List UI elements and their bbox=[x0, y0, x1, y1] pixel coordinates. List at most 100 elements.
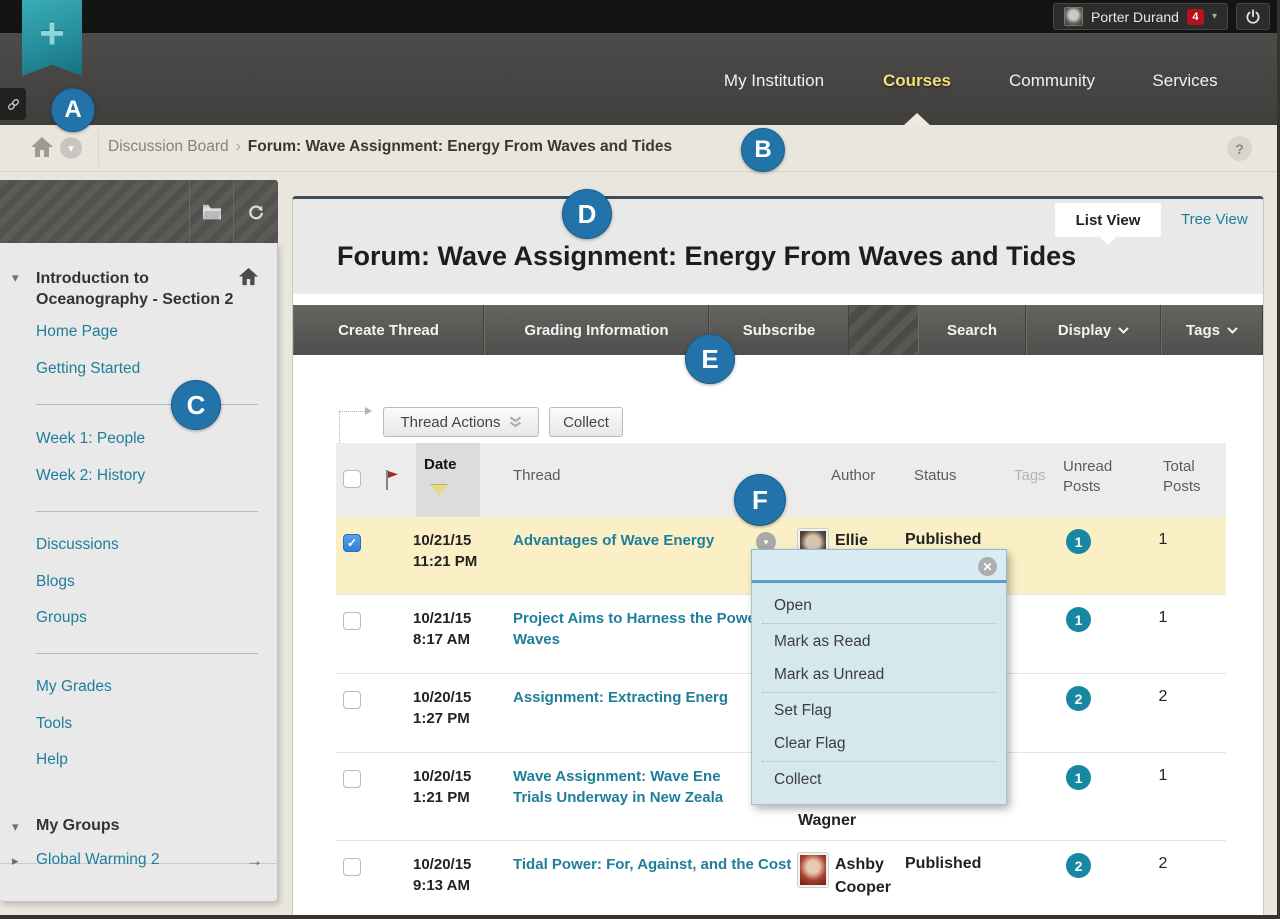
double-chevron-icon bbox=[509, 416, 522, 428]
user-avatar bbox=[1064, 7, 1083, 26]
divider bbox=[36, 653, 258, 654]
help-button[interactable]: ? bbox=[1227, 136, 1252, 161]
flag-icon bbox=[384, 469, 400, 491]
unread-posts-badge[interactable]: 1 bbox=[1066, 529, 1091, 554]
tags-menu-button[interactable]: Tags bbox=[1161, 305, 1263, 355]
callout-e: E bbox=[685, 334, 735, 384]
sort-descending-icon bbox=[430, 485, 448, 496]
status-badge: Published bbox=[905, 855, 981, 873]
breadcrumb-expand-button[interactable]: ▾ bbox=[60, 137, 82, 159]
menu-item-open[interactable]: Open bbox=[752, 589, 1006, 622]
breadcrumb-parent[interactable]: Discussion Board bbox=[108, 138, 229, 155]
list-view-notch bbox=[1100, 237, 1116, 245]
unread-posts-badge[interactable]: 1 bbox=[1066, 765, 1091, 790]
menu-item-clear-flag[interactable]: Clear Flag bbox=[752, 727, 1006, 760]
tab-list-view[interactable]: List View bbox=[1055, 203, 1161, 237]
avatar bbox=[798, 853, 828, 887]
tab-my-institution[interactable]: My Institution bbox=[724, 71, 824, 91]
date-header-label: Date bbox=[424, 456, 457, 473]
group-expand-caret-icon[interactable]: ▸ bbox=[12, 853, 19, 869]
sidebar-item-my-grades[interactable]: My Grades bbox=[36, 678, 112, 696]
status-badge: Published bbox=[905, 531, 981, 549]
breadcrumb-bar: ▾ Discussion Board › Forum: Wave Assignmen… bbox=[0, 125, 1280, 172]
quick-links-button[interactable] bbox=[0, 88, 26, 120]
column-header-unread-posts[interactable]: Unread Posts bbox=[1063, 457, 1121, 497]
top-bar: Porter Durand 4 ▾ bbox=[0, 0, 1280, 33]
tab-community[interactable]: Community bbox=[1009, 71, 1095, 91]
home-icon[interactable] bbox=[30, 136, 54, 158]
column-header-author[interactable]: Author bbox=[831, 467, 875, 484]
tab-services[interactable]: Services bbox=[1152, 71, 1217, 91]
select-all-arrow bbox=[339, 411, 365, 443]
tab-courses[interactable]: Courses bbox=[883, 71, 951, 91]
thread-link[interactable]: Tidal Power: For, Against, and the Cost bbox=[513, 854, 815, 875]
row-checkbox[interactable] bbox=[343, 691, 361, 709]
tags-label: Tags bbox=[1186, 322, 1220, 339]
unread-posts-badge[interactable]: 2 bbox=[1066, 853, 1091, 878]
grading-information-button[interactable]: Grading Information bbox=[484, 305, 709, 355]
course-sidebar: ▾ Introduction to Oceanography - Section… bbox=[0, 243, 278, 902]
chain-link-icon bbox=[6, 97, 21, 112]
course-home-icon[interactable] bbox=[238, 267, 259, 286]
chevron-down-icon bbox=[1227, 327, 1238, 334]
column-header-tags[interactable]: Tags bbox=[1014, 467, 1046, 484]
unread-posts-badge[interactable]: 1 bbox=[1066, 607, 1091, 632]
sidebar-item-home-page[interactable]: Home Page bbox=[36, 323, 118, 341]
select-all-checkbox[interactable] bbox=[343, 470, 361, 488]
thread-context-menu: ✕ Open Mark as Read Mark as Unread Set F… bbox=[751, 549, 1007, 805]
page-title: Forum: Wave Assignment: Energy From Wave… bbox=[337, 241, 1076, 272]
refresh-button[interactable] bbox=[234, 180, 278, 243]
sidebar-item-groups[interactable]: Groups bbox=[36, 609, 87, 627]
row-checkbox[interactable]: ✓ bbox=[343, 534, 361, 552]
context-menu-body: Open Mark as Read Mark as Unread Set Fla… bbox=[751, 583, 1007, 805]
create-thread-button[interactable]: Create Thread bbox=[293, 305, 484, 355]
thread-author: Wagner bbox=[798, 809, 906, 832]
forum-main-panel: Forum: Wave Assignment: Energy From Wave… bbox=[292, 196, 1264, 919]
course-menu-folder-button[interactable] bbox=[190, 180, 234, 243]
sidebar-item-tools[interactable]: Tools bbox=[36, 715, 72, 733]
logout-power-button[interactable] bbox=[1236, 3, 1270, 30]
menu-item-mark-as-unread[interactable]: Mark as Unread bbox=[752, 658, 1006, 691]
sidebar-item-week2-history[interactable]: Week 2: History bbox=[36, 467, 145, 485]
divider bbox=[36, 511, 258, 512]
refresh-icon bbox=[246, 202, 266, 222]
my-groups-caret-icon[interactable]: ▾ bbox=[12, 819, 19, 835]
tab-tree-view[interactable]: Tree View bbox=[1181, 211, 1248, 228]
menu-item-collect[interactable]: Collect bbox=[752, 763, 1006, 796]
row-checkbox[interactable] bbox=[343, 770, 361, 788]
search-button[interactable]: Search bbox=[918, 305, 1026, 355]
add-bookmark-ribbon[interactable]: + bbox=[22, 0, 82, 76]
notification-badge: 4 bbox=[1187, 9, 1204, 25]
course-title[interactable]: Introduction to Oceanography - Section 2 bbox=[36, 268, 244, 310]
chevron-down-icon bbox=[1118, 327, 1129, 334]
column-header-thread[interactable]: Thread bbox=[513, 467, 561, 484]
chevron-down-icon: ▾ bbox=[1212, 11, 1217, 22]
thread-actions-button[interactable]: Thread Actions bbox=[383, 407, 539, 437]
breadcrumb: Discussion Board › Forum: Wave Assignment:… bbox=[108, 138, 672, 156]
column-header-date[interactable]: Date bbox=[416, 443, 480, 517]
collapse-caret-icon[interactable]: ▾ bbox=[12, 270, 19, 286]
user-menu[interactable]: Porter Durand 4 ▾ bbox=[1053, 3, 1228, 30]
menu-item-set-flag[interactable]: Set Flag bbox=[752, 694, 1006, 727]
sidebar-item-getting-started[interactable]: Getting Started bbox=[36, 360, 140, 378]
column-header-total-posts[interactable]: Total Posts bbox=[1163, 457, 1213, 497]
menu-item-mark-as-read[interactable]: Mark as Read bbox=[752, 625, 1006, 658]
group-open-arrow-icon[interactable]: → bbox=[246, 851, 263, 871]
sidebar-item-discussions[interactable]: Discussions bbox=[36, 536, 119, 554]
sidebar-item-week1-people[interactable]: Week 1: People bbox=[36, 430, 145, 448]
display-menu-button[interactable]: Display bbox=[1026, 305, 1161, 355]
sidebar-header bbox=[0, 180, 278, 243]
breadcrumb-current: Forum: Wave Assignment: Energy From Wave… bbox=[248, 138, 672, 155]
row-checkbox[interactable] bbox=[343, 612, 361, 630]
total-posts: 2 bbox=[1148, 688, 1178, 706]
sidebar-item-global-warming-2[interactable]: Global Warming 2 bbox=[36, 851, 159, 869]
column-header-status[interactable]: Status bbox=[914, 467, 957, 484]
sidebar-item-blogs[interactable]: Blogs bbox=[36, 573, 75, 591]
close-icon[interactable]: ✕ bbox=[978, 557, 997, 576]
collect-button[interactable]: Collect bbox=[549, 407, 623, 437]
unread-posts-badge[interactable]: 2 bbox=[1066, 686, 1091, 711]
thread-date: 10/20/159:13 AM bbox=[413, 854, 493, 896]
breadcrumb-separator: › bbox=[236, 138, 241, 155]
sidebar-item-help[interactable]: Help bbox=[36, 751, 68, 769]
row-checkbox[interactable] bbox=[343, 858, 361, 876]
